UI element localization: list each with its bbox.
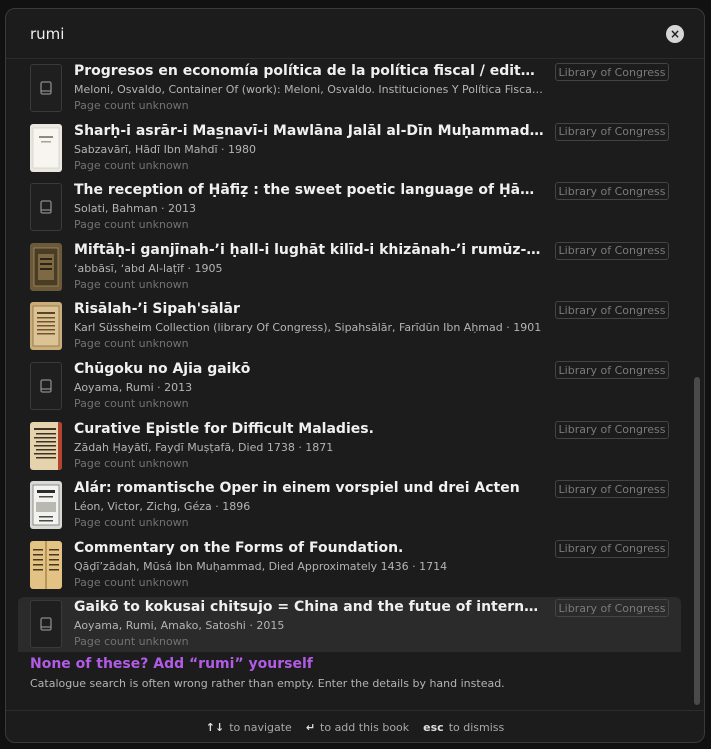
- source-badge: Library of Congress: [555, 480, 669, 499]
- add-book-dialog: × Progresos en economía política de la p…: [5, 8, 705, 743]
- close-icon: ×: [669, 27, 681, 41]
- dismiss-hint: esc to dismiss: [423, 721, 504, 734]
- cover-thumbnail: [30, 123, 62, 172]
- search-input[interactable]: [30, 23, 630, 45]
- result-title: Commentary on the Forms of Foundation.: [74, 539, 404, 556]
- book-icon: [30, 64, 62, 112]
- result-meta: Léon, Victor, Zichg, Géza · 1896: [74, 500, 251, 514]
- result-meta: Karl Süssheim Collection (library Of Con…: [74, 321, 542, 335]
- clear-search-button[interactable]: ×: [666, 25, 684, 43]
- book-icon: [30, 183, 62, 232]
- result-page-count: Page count unknown: [74, 456, 189, 470]
- result-page-count: Page count unknown: [74, 337, 189, 351]
- cover-thumbnail: [30, 481, 62, 530]
- result-page-count: Page count unknown: [74, 218, 189, 232]
- add-manually-section: None of these? Add “rumi” yourself Catal…: [30, 656, 505, 690]
- keyboard-hints: ↑↓ to navigate ↵ to add this book esc to…: [6, 710, 704, 742]
- book-icon: [30, 600, 62, 649]
- result-title: Sharḥ-i asrār-i Mas̲navī-i Mawlāna Jalāl…: [74, 122, 544, 139]
- result-meta: Solati, Bahman · 2013: [74, 202, 197, 216]
- add-manually-link[interactable]: None of these? Add “rumi” yourself: [30, 656, 505, 672]
- book-icon: [30, 362, 62, 410]
- enter-key-icon: ↵: [305, 721, 316, 734]
- source-badge: Library of Congress: [555, 361, 669, 379]
- result-row[interactable]: The reception of Ḥāfiẓ : the sweet poeti…: [18, 180, 681, 240]
- scrollbar[interactable]: [694, 377, 700, 705]
- arrow-keys-icon: ↑↓: [205, 721, 225, 734]
- result-row[interactable]: Sharḥ-i asrār-i Mas̲navī-i Mawlāna Jalāl…: [18, 121, 681, 181]
- result-row[interactable]: Curative Epistle for Difficult Maladies.…: [18, 419, 681, 479]
- result-page-count: Page count unknown: [74, 99, 189, 112]
- result-title: Alár: romantische Oper in einem vorspiel…: [74, 480, 520, 497]
- result-title: Curative Epistle for Difficult Maladies.: [74, 420, 374, 437]
- result-title: Risālah-ʼi Sipah'sālār: [74, 301, 240, 318]
- result-page-count: Page count unknown: [74, 397, 189, 410]
- esc-key-label: esc: [423, 721, 444, 734]
- source-badge: Library of Congress: [555, 539, 669, 558]
- result-meta: Zādah Ḥayātī, Fayḍī Muṣṭafā, Died 1738 ·…: [74, 440, 334, 454]
- result-row[interactable]: Chūgoku no Ajia gaikō Aoyama, Rumi · 2013…: [18, 359, 681, 419]
- source-badge: Library of Congress: [555, 122, 669, 141]
- source-badge: Library of Congress: [555, 599, 669, 618]
- cover-thumbnail: [30, 421, 62, 470]
- navigate-hint-label: to navigate: [229, 721, 292, 734]
- result-row[interactable]: Commentary on the Forms of Foundation. Qā…: [18, 538, 681, 598]
- result-page-count: Page count unknown: [74, 575, 189, 589]
- result-meta: Aoyama, Rumi · 2013: [74, 381, 193, 394]
- source-badge: Library of Congress: [555, 182, 669, 201]
- source-badge: Library of Congress: [555, 63, 669, 81]
- result-title: Gaikō to kokusai chitsujo = China and th…: [74, 599, 544, 616]
- cover-thumbnail: [30, 242, 62, 291]
- dismiss-hint-label: to dismiss: [448, 721, 505, 734]
- result-meta: Meloni, Osvaldo, Container Of (work): Me…: [74, 83, 544, 96]
- result-page-count: Page count unknown: [74, 277, 189, 291]
- result-title: Chūgoku no Ajia gaikō: [74, 361, 251, 377]
- add-manually-hint: Catalogue search is often wrong rather t…: [30, 677, 505, 690]
- result-meta: Aoyama, Rumi, Amako, Satoshi · 2015: [74, 619, 285, 633]
- source-badge: Library of Congress: [555, 420, 669, 439]
- result-page-count: Page count unknown: [74, 158, 189, 172]
- results-list: Progresos en economía política de la pol…: [6, 59, 690, 652]
- result-row[interactable]: Risālah-ʼi Sipah'sālār Karl Süssheim Coll…: [18, 299, 681, 359]
- add-hint: ↵ to add this book: [306, 721, 409, 734]
- result-row[interactable]: Gaikō to kokusai chitsujo = China and th…: [18, 597, 681, 652]
- result-meta: Sabzavārī, Hādī Ibn Mahdī · 1980: [74, 142, 257, 156]
- result-title: The reception of Ḥāfiẓ : the sweet poeti…: [74, 182, 544, 199]
- result-row[interactable]: Alár: romantische Oper in einem vorspiel…: [18, 478, 681, 538]
- result-title: Miftāḥ-i ganjīnah-ʼi ḥall-i lughāt kilīd…: [74, 241, 544, 258]
- source-badge: Library of Congress: [555, 241, 669, 260]
- result-row[interactable]: Miftāḥ-i ganjīnah-ʼi ḥall-i lughāt kilīd…: [18, 240, 681, 300]
- cover-thumbnail: [30, 540, 62, 589]
- result-page-count: Page count unknown: [74, 635, 189, 649]
- result-title: Progresos en economía política de la pol…: [74, 63, 544, 79]
- add-hint-label: to add this book: [320, 721, 410, 734]
- result-meta: Qāḍīʼzādah, Mūsá Ibn Muḥammad, Died Appr…: [74, 559, 448, 573]
- cover-thumbnail: [30, 302, 62, 351]
- source-badge: Library of Congress: [555, 301, 669, 320]
- result-row[interactable]: Progresos en economía política de la pol…: [18, 61, 681, 121]
- result-page-count: Page count unknown: [74, 516, 189, 530]
- navigate-hint: ↑↓ to navigate: [206, 721, 292, 734]
- result-meta: ʻabbāsī, ʻabd Al-laṭīf · 1905: [74, 261, 223, 275]
- search-bar: ×: [6, 9, 704, 59]
